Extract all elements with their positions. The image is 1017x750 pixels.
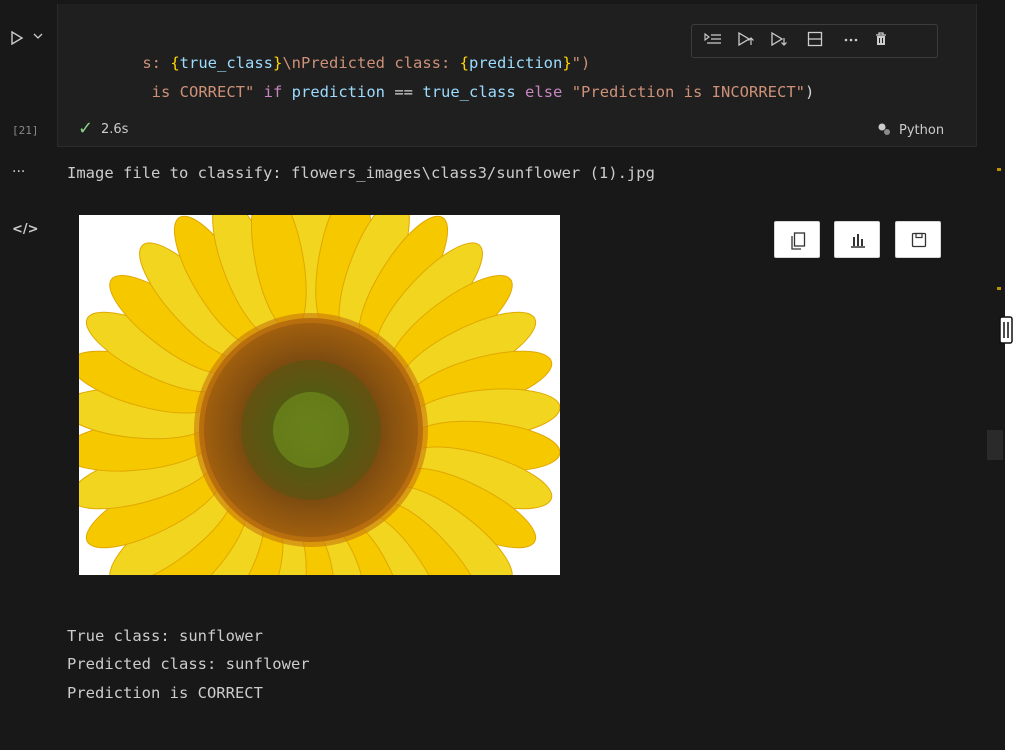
execution-time: 2.6s — [101, 122, 129, 137]
chevron-down-icon[interactable] — [33, 31, 43, 44]
verdict-line: Prediction is CORRECT — [67, 684, 263, 702]
true-class-line: True class: sunflower — [67, 627, 263, 645]
scrollbar-thumb[interactable] — [987, 430, 1003, 460]
paren-token: ) — [805, 83, 815, 101]
resize-sash[interactable] — [999, 316, 1013, 344]
open-in-viewer-button[interactable] — [834, 221, 880, 258]
copy-image-button[interactable] — [774, 221, 820, 258]
chart-icon — [850, 232, 866, 252]
string-token: "Prediction is INCORRECT" — [571, 83, 805, 101]
save-image-button[interactable] — [895, 221, 941, 258]
execute-above-icon[interactable] — [735, 31, 757, 53]
string-token: is CORRECT" — [142, 83, 255, 101]
variable-token: prediction — [291, 83, 385, 101]
save-icon — [911, 232, 927, 252]
notebook-editor: s: {true_class}\nPredicted class: {predi… — [0, 0, 1005, 750]
overview-ruler-mark — [997, 168, 1001, 171]
output-image-file-line: Image file to classify: flowers_images\c… — [67, 164, 655, 182]
sunflower-image — [79, 215, 560, 575]
keyword-token: if — [263, 83, 283, 101]
variable-token: true_class — [422, 83, 516, 101]
window-edge — [1005, 0, 1017, 750]
more-output-icon[interactable]: ··· — [12, 164, 25, 180]
kernel-label: Python — [899, 123, 945, 138]
operator-token: == — [394, 83, 414, 101]
kernel-indicator[interactable]: Python — [877, 122, 944, 138]
predicted-class-line: Predicted class: sunflower — [67, 655, 310, 673]
delete-icon[interactable] — [870, 31, 892, 53]
cell-toolbar — [691, 24, 938, 58]
success-check-icon: ✓ — [78, 118, 94, 139]
overview-ruler-mark — [997, 287, 1001, 290]
execute-below-icon[interactable] — [768, 31, 790, 53]
split-cell-icon[interactable] — [804, 31, 826, 53]
run-by-line-icon[interactable] — [702, 31, 724, 53]
play-icon[interactable] — [9, 30, 25, 50]
run-cell-button[interactable] — [9, 30, 49, 50]
copy-icon — [790, 232, 806, 254]
execution-count: [21] — [12, 124, 39, 137]
keyword-token: else — [525, 83, 563, 101]
cell-status-bar: [21] ✓ 2.6s Python — [0, 116, 1000, 146]
code-line-2[interactable]: is CORRECT" if prediction == true_class … — [105, 65, 815, 119]
code-output-icon[interactable]: </> — [12, 222, 39, 237]
more-icon[interactable] — [840, 31, 862, 53]
kernel-icon — [877, 122, 891, 136]
